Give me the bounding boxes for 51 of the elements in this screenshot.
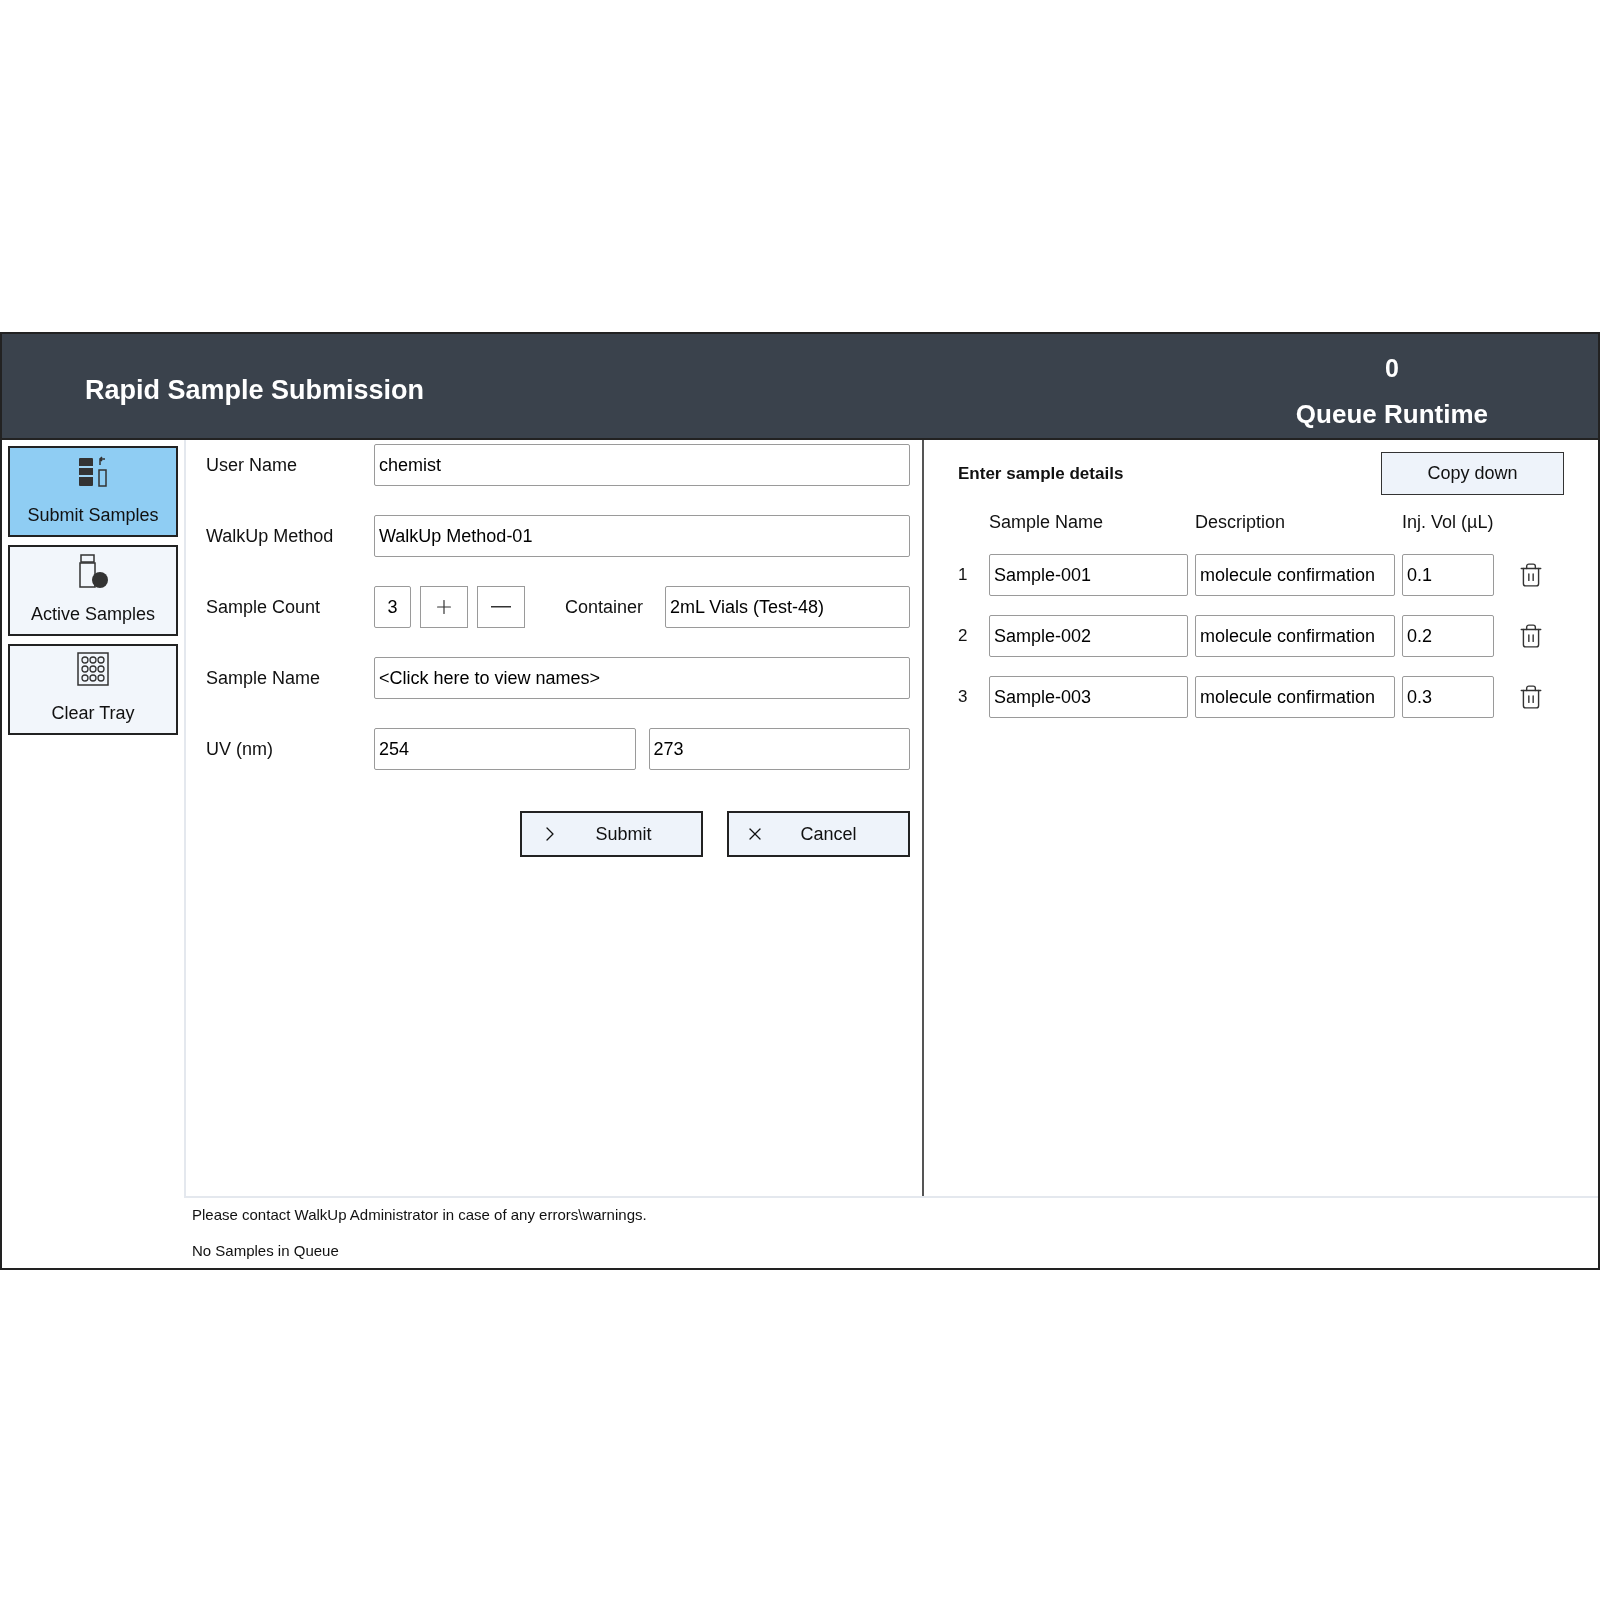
cancel-button[interactable]: Cancel <box>727 811 910 857</box>
delete-button[interactable] <box>1518 623 1544 649</box>
bottles-icon <box>76 454 110 488</box>
submit-button[interactable]: Submit <box>520 811 703 857</box>
field-label: Container <box>565 595 645 619</box>
method-field[interactable]: WalkUp Method-01 <box>374 515 910 557</box>
volume-input[interactable]: 0.3 <box>1402 676 1494 718</box>
sidebar-item[interactable]: Submit Samples <box>8 446 178 537</box>
status-message: Please contact WalkUp Administrator in case of any errors\warnings. <box>192 1204 648 1225</box>
volume-input[interactable]: 0.1 <box>1402 554 1494 596</box>
sample-name-input[interactable]: Sample-003 <box>989 676 1188 718</box>
row-number: 2 <box>958 625 969 648</box>
trash-icon <box>1518 684 1544 710</box>
delete-button[interactable] <box>1518 684 1544 710</box>
row-number: 3 <box>958 686 969 709</box>
section-title: Enter sample details <box>958 462 1124 485</box>
field-label: Sample Name <box>206 666 322 690</box>
volume-input[interactable]: 0.2 <box>1402 615 1494 657</box>
trash-icon <box>1518 562 1544 588</box>
copy-down-button[interactable]: Copy down <box>1381 452 1564 495</box>
status-message: No Samples in Queue <box>192 1241 340 1261</box>
queue-runtime-label: Queue Runtime <box>1295 398 1488 431</box>
container-field[interactable]: 2mL Vials (Test-48) <box>665 586 910 628</box>
description-input[interactable]: molecule confirmation <box>1195 554 1395 596</box>
sample-count-field[interactable]: 3 <box>374 586 411 628</box>
uv-field[interactable]: 273 <box>648 728 910 770</box>
field-label: UV (nm) <box>206 737 274 761</box>
uv-field[interactable]: 254 <box>374 728 636 770</box>
column-header: Sample Name <box>989 511 1105 534</box>
sidebar-item[interactable]: Clear Tray <box>8 644 178 735</box>
sample-name-field[interactable]: <Click here to view names> <box>374 657 910 699</box>
column-header: Description <box>1195 511 1287 534</box>
sidebar-item[interactable]: Active Samples <box>8 545 178 636</box>
field-label: User Name <box>206 453 299 477</box>
description-input[interactable]: molecule confirmation <box>1195 615 1395 657</box>
field-label: WalkUp Method <box>206 524 335 548</box>
app-title: Rapid Sample Submission <box>85 373 425 407</box>
trash-icon <box>1518 623 1544 649</box>
description-input[interactable]: molecule confirmation <box>1195 676 1395 718</box>
minus-icon <box>491 606 511 608</box>
sample-name-input[interactable]: Sample-002 <box>989 615 1188 657</box>
increment-button[interactable] <box>420 586 468 628</box>
decrement-button[interactable] <box>477 586 525 628</box>
tray-icon <box>77 652 109 686</box>
field-label: Sample Count <box>206 595 322 619</box>
column-header: Inj. Vol (µL) <box>1402 511 1495 534</box>
row-number: 1 <box>958 564 969 587</box>
user-name-field[interactable]: chemist <box>374 444 910 486</box>
queue-count: 0 <box>1384 352 1399 384</box>
delete-button[interactable] <box>1518 562 1544 588</box>
sample-name-input[interactable]: Sample-001 <box>989 554 1188 596</box>
